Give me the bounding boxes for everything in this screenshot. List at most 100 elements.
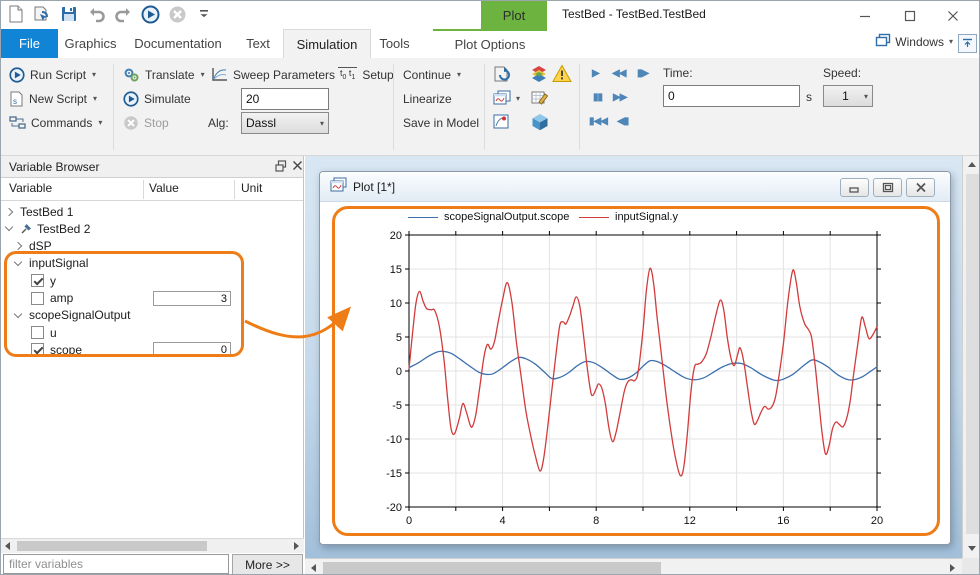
minimize-ribbon-icon[interactable]	[958, 34, 977, 53]
svg-text:20: 20	[871, 515, 883, 527]
to-beginning-icon[interactable]: ▮◀◀	[589, 116, 607, 127]
stop-time-input[interactable]	[241, 88, 329, 110]
save-icon[interactable]	[59, 4, 79, 24]
continue-button[interactable]: Continue▾	[403, 64, 461, 85]
column-variable[interactable]: Variable	[9, 181, 52, 195]
tab-plot-options[interactable]: Plot Options	[433, 29, 547, 58]
alg-label: Alg:	[208, 112, 229, 133]
filter-row: More >>	[1, 553, 304, 575]
play-icon[interactable]: ▶	[592, 68, 599, 79]
pause-icon[interactable]: ▮▮	[593, 92, 602, 103]
simulate-button[interactable]: Simulate	[123, 88, 191, 109]
simulate-icon[interactable]	[140, 4, 160, 24]
undock-panel-icon[interactable]	[275, 160, 287, 175]
filter-variables-input[interactable]	[3, 554, 229, 574]
variable-browser-columns: Variable Value Unit	[1, 178, 303, 201]
stop-button: Stop	[123, 112, 169, 133]
svg-text:10: 10	[390, 298, 402, 310]
save-in-model-button[interactable]: Save in Model	[403, 112, 479, 133]
time-unit-label: s	[806, 86, 812, 107]
tree-row-TestBed 2[interactable]: TestBed 2	[1, 220, 303, 237]
redo-icon[interactable]	[113, 4, 133, 24]
contextual-tab-plot[interactable]: Plot	[481, 1, 547, 29]
parameter-edit-icon	[530, 89, 549, 107]
setup-button[interactable]: t0 t1 Setup	[338, 64, 394, 85]
simulation-center-button[interactable]	[492, 65, 511, 89]
close-panel-icon[interactable]	[292, 160, 303, 174]
windows-menu[interactable]: Windows ▾	[875, 33, 953, 50]
chevron-right-icon[interactable]	[5, 207, 13, 215]
plot-window[interactable]: Plot [1*] scopeSignalOutput.scope inputS…	[319, 171, 951, 545]
sweep-parameters-button[interactable]: Sweep Parameters	[211, 64, 335, 85]
svg-text:4: 4	[500, 515, 506, 527]
translate-button[interactable]: Translate▾	[123, 64, 205, 85]
mdi-hscrollbar[interactable]	[305, 558, 962, 575]
step-forward-icon[interactable]: ▮▶	[637, 68, 648, 79]
more-button[interactable]: More >>	[232, 554, 303, 575]
tab-documentation[interactable]: Documentation	[123, 29, 233, 58]
svg-text:8: 8	[593, 515, 599, 527]
svg-text:-10: -10	[386, 434, 402, 446]
variable-browser-hscrollbar[interactable]	[1, 538, 304, 553]
maximize-window-icon[interactable]	[896, 7, 924, 25]
application-window: Plot TestBed - TestBed.TestBed File Grap…	[0, 0, 980, 575]
variable-browser-panel: Variable Browser Variable Value Unit Tes…	[1, 156, 304, 575]
svg-text:20: 20	[390, 230, 402, 242]
step-back-icon[interactable]: ◀▮	[617, 116, 628, 127]
chevron-down-icon[interactable]	[5, 223, 13, 231]
time-input[interactable]	[663, 85, 800, 107]
scroll-left-icon[interactable]	[311, 564, 316, 572]
close-window-icon[interactable]	[939, 7, 967, 25]
undo-icon[interactable]	[86, 4, 106, 24]
scroll-up-icon[interactable]	[968, 162, 976, 167]
sensitivity-plot-icon	[492, 113, 511, 131]
minimize-plot-icon[interactable]	[840, 178, 869, 197]
commands-button[interactable]: Commands▾	[9, 112, 102, 133]
new-script-icon: s	[9, 91, 24, 107]
hscroll-thumb[interactable]	[323, 562, 661, 574]
tab-graphics[interactable]: Graphics	[58, 29, 123, 58]
plot-window-titlebar[interactable]: Plot [1*]	[320, 172, 950, 202]
ribbon: Run Script▾ s New Script▾ Commands▾ Scri…	[1, 58, 980, 156]
plot-window-title: Plot [1*]	[353, 180, 395, 194]
linearize-button[interactable]: Linearize	[403, 88, 452, 109]
sweep-parameters-icon	[211, 67, 228, 82]
warnings-button[interactable]	[552, 64, 572, 88]
new-document-icon[interactable]	[5, 4, 25, 24]
tab-tools[interactable]: Tools	[371, 29, 418, 58]
restore-plot-icon[interactable]	[873, 178, 902, 197]
scroll-right-icon[interactable]	[294, 542, 299, 550]
scroll-left-icon[interactable]	[5, 542, 10, 550]
column-unit[interactable]: Unit	[241, 181, 262, 195]
tab-simulation[interactable]: Simulation	[283, 29, 371, 58]
tab-file[interactable]: File	[1, 29, 58, 58]
close-plot-icon[interactable]	[906, 178, 935, 197]
title-bar: Plot TestBed - TestBed.TestBed	[1, 1, 980, 29]
mdi-vscrollbar[interactable]	[962, 156, 980, 558]
parameter-plot-button[interactable]	[530, 89, 549, 112]
algorithm-combo[interactable]: Dassl▾	[241, 112, 329, 134]
tree-row-TestBed 1[interactable]: TestBed 1	[1, 203, 303, 220]
scroll-down-icon[interactable]	[968, 546, 976, 551]
open-model-icon[interactable]	[32, 4, 52, 24]
column-value[interactable]: Value	[149, 181, 179, 195]
window-title: TestBed - TestBed.TestBed	[562, 7, 706, 21]
new-script-button[interactable]: s New Script▾	[9, 88, 97, 109]
chart-canvas: 048121620-20-15-10-505101520	[321, 202, 951, 545]
hscroll-thumb[interactable]	[17, 541, 207, 551]
model-center-button[interactable]	[529, 64, 549, 89]
scroll-right-icon[interactable]	[950, 564, 955, 572]
rewind-icon[interactable]: ◀◀	[612, 68, 625, 79]
sensitivity-plot-button[interactable]	[492, 113, 511, 136]
run-script-button[interactable]: Run Script▾	[9, 64, 96, 85]
speed-combo[interactable]: 1▾	[823, 85, 873, 107]
highlight-box	[4, 251, 244, 357]
new-plot-button[interactable]: ▾	[492, 89, 520, 107]
minimize-window-icon[interactable]	[851, 7, 879, 25]
customize-toolbar-icon[interactable]	[194, 4, 214, 24]
vscroll-thumb[interactable]	[966, 174, 979, 534]
tab-text[interactable]: Text	[233, 29, 283, 58]
fast-forward-icon[interactable]: ▶▶	[613, 92, 626, 103]
chevron-right-icon[interactable]	[14, 242, 22, 250]
animate-3d-button[interactable]	[530, 112, 550, 137]
